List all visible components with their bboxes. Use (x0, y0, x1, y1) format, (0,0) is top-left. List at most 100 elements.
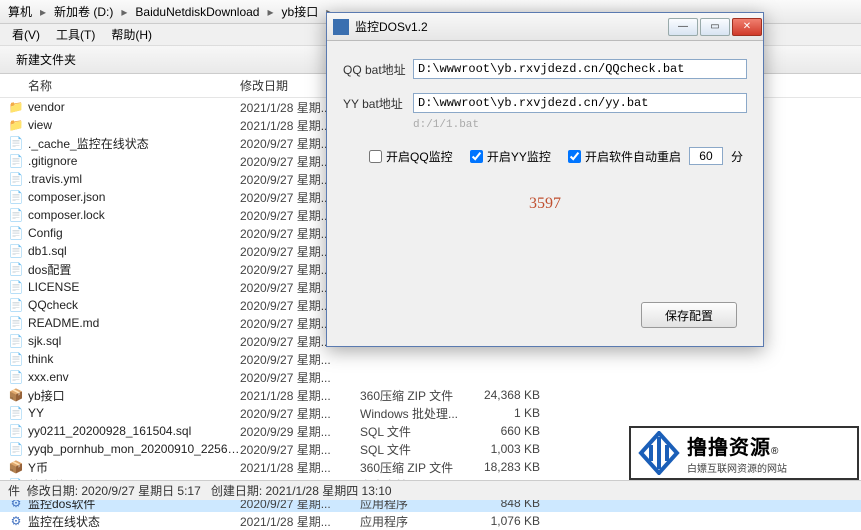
file-size: 660 KB (470, 424, 550, 438)
menu-view[interactable]: 看(V) (4, 26, 48, 43)
file-name: dos配置 (28, 261, 240, 278)
file-name: YY (28, 406, 240, 420)
breadcrumb-item[interactable]: BaiduNetdiskDownload (131, 5, 263, 19)
watermark-title: 撸撸资源 (687, 437, 771, 459)
file-icon: 📄 (8, 297, 24, 313)
status-create-label: 创建日期: (211, 482, 262, 499)
file-name: yyqb_pornhub_mon_20200910_22565... (28, 442, 240, 456)
app-icon: ⚙ (8, 513, 24, 529)
zip-icon: 📦 (8, 387, 24, 403)
file-row[interactable]: 📦yb接口2021/1/28 星期...360压缩 ZIP 文件24,368 K… (0, 386, 861, 404)
file-icon: 📄 (8, 225, 24, 241)
file-name: Config (28, 226, 240, 240)
file-name: yy0211_20200928_161504.sql (28, 424, 240, 438)
file-name: ._cache_监控在线状态 (28, 135, 240, 152)
logo-icon (637, 431, 681, 475)
file-icon: 📄 (8, 207, 24, 223)
file-icon: 📄 (8, 243, 24, 259)
column-name[interactable]: 名称 (0, 77, 240, 94)
file-date: 2021/1/28 星期... (240, 459, 360, 476)
file-name: sjk.sql (28, 334, 240, 348)
file-date: 2020/9/27 星期... (240, 369, 360, 386)
file-type: 360压缩 ZIP 文件 (360, 459, 470, 476)
file-icon: 📄 (8, 351, 24, 367)
file-type: SQL 文件 (360, 423, 470, 440)
minimize-button[interactable]: — (668, 18, 698, 36)
status-prefix: 件 (8, 482, 20, 499)
folder-icon: 📁 (8, 99, 24, 115)
file-date: 2020/9/27 星期... (240, 351, 360, 368)
file-size: 1 KB (470, 406, 550, 420)
folder-icon: 📁 (8, 117, 24, 133)
file-name: Y币 (28, 459, 240, 476)
file-size: 1,003 KB (470, 442, 550, 456)
enable-qq-checkbox[interactable] (369, 150, 382, 163)
chevron-right-icon: ▸ (263, 5, 277, 19)
maximize-button[interactable]: ▭ (700, 18, 730, 36)
file-row[interactable]: 📄 think2020/9/27 星期... (0, 350, 861, 368)
save-config-button[interactable]: 保存配置 (641, 302, 737, 328)
file-icon: 📄 (8, 153, 24, 169)
interval-input[interactable] (689, 147, 723, 165)
file-name: 监控在线状态 (28, 513, 240, 530)
file-icon: 📄 (8, 189, 24, 205)
file-icon: 📄 (8, 171, 24, 187)
status-mod-value: 2020/9/27 星期日 5:17 (81, 482, 200, 499)
path-hint: d:/1/1.bat (413, 119, 747, 131)
file-name: db1.sql (28, 244, 240, 258)
watermark-logo: 撸撸资源® 白嫖互联网资源的网站 (629, 426, 859, 480)
close-button[interactable]: ✕ (732, 18, 762, 36)
enable-autorestart-checkbox[interactable] (568, 150, 581, 163)
file-type: SQL 文件 (360, 441, 470, 458)
new-folder-button[interactable]: 新建文件夹 (8, 49, 84, 70)
status-mod-label: 修改日期: (27, 482, 78, 499)
enable-autorestart-label: 开启软件自动重启 (585, 148, 681, 165)
file-row[interactable]: 📄xxx.env2020/9/27 星期... (0, 368, 861, 386)
file-size: 1,076 KB (470, 514, 550, 528)
file-date: 2020/9/29 星期... (240, 423, 360, 440)
file-row[interactable]: ⚙监控在线状态2021/1/28 星期...应用程序1,076 KB (0, 512, 861, 530)
file-size: 24,368 KB (470, 388, 550, 402)
breadcrumb-item[interactable]: yb接口 (278, 3, 323, 20)
file-icon: 📄 (8, 405, 24, 421)
menu-help[interactable]: 帮助(H) (103, 26, 160, 43)
file-name: QQcheck (28, 298, 240, 312)
file-size: 18,283 KB (470, 460, 550, 474)
file-name: README.md (28, 316, 240, 330)
watermark-subtitle: 白嫖互联网资源的网站 (687, 460, 787, 475)
file-name: .travis.yml (28, 172, 240, 186)
file-type: Windows 批处理... (360, 405, 470, 422)
file-row[interactable]: 📄 YY2020/9/27 星期...Windows 批处理...1 KB (0, 404, 861, 422)
qq-bat-input[interactable] (413, 59, 747, 79)
dialog-title: 监控DOSv1.2 (355, 18, 667, 35)
menu-tools[interactable]: 工具(T) (48, 26, 103, 43)
file-name: xxx.env (28, 370, 240, 384)
file-date: 2020/9/27 星期... (240, 441, 360, 458)
file-date: 2021/1/28 星期... (240, 387, 360, 404)
file-icon: 📄 (8, 315, 24, 331)
file-date: 2020/9/27 星期... (240, 405, 360, 422)
chevron-right-icon: ▸ (117, 5, 131, 19)
file-icon: 📄 (8, 423, 24, 439)
file-icon: 📄 (8, 261, 24, 277)
file-name: vendor (28, 100, 240, 114)
file-name: LICENSE (28, 280, 240, 294)
qq-bat-label: QQ bat地址 (343, 61, 413, 78)
file-icon: 📄 (8, 441, 24, 457)
registered-icon: ® (771, 446, 778, 457)
app-icon (333, 19, 349, 35)
zip-icon: 📦 (8, 459, 24, 475)
dialog-titlebar[interactable]: 监控DOSv1.2 — ▭ ✕ (327, 13, 763, 41)
breadcrumb-item[interactable]: 算机 (4, 3, 36, 20)
file-icon: 📄 (8, 135, 24, 151)
yy-bat-input[interactable] (413, 93, 747, 113)
enable-qq-label: 开启QQ监控 (386, 148, 453, 165)
enable-yy-label: 开启YY监控 (487, 148, 551, 165)
enable-yy-checkbox[interactable] (470, 150, 483, 163)
breadcrumb-item[interactable]: 新加卷 (D:) (50, 3, 117, 20)
file-name: think (28, 352, 240, 366)
file-type: 360压缩 ZIP 文件 (360, 387, 470, 404)
status-create-value: 2021/1/28 星期四 13:10 (266, 482, 392, 499)
countdown-value: 3597 (343, 195, 747, 213)
file-type: 应用程序 (360, 513, 470, 530)
